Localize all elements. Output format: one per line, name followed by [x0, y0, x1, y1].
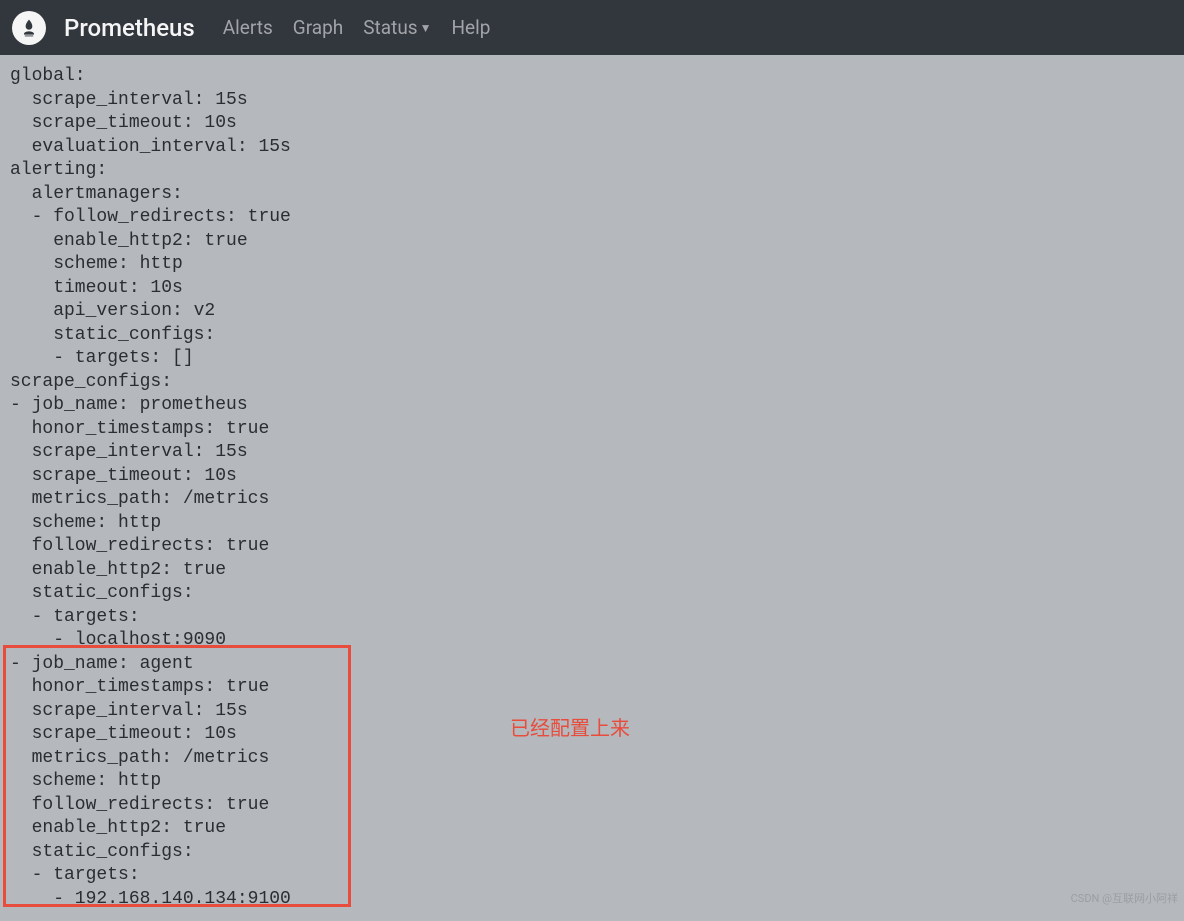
config-line: scheme: http: [10, 254, 183, 274]
config-line: enable_http2: true: [10, 231, 248, 251]
config-line: - targets:: [10, 865, 140, 885]
config-line: static_configs:: [10, 842, 194, 862]
config-line: follow_redirects: true: [10, 795, 269, 815]
config-line: scrape_timeout: 10s: [10, 113, 237, 133]
config-line: global:: [10, 66, 86, 86]
config-line: scrape_timeout: 10s: [10, 466, 237, 486]
brand-name: Prometheus: [64, 14, 195, 42]
config-line: metrics_path: /metrics: [10, 489, 269, 509]
config-line: - follow_redirects: true: [10, 207, 291, 227]
flame-icon: [19, 17, 39, 39]
config-line: - targets: []: [10, 348, 194, 368]
config-line: scrape_timeout: 10s: [10, 724, 237, 744]
config-line: alertmanagers:: [10, 184, 183, 204]
config-line: evaluation_interval: 15s: [10, 137, 291, 157]
chevron-down-icon: ▼: [420, 21, 432, 35]
nav-links: Alerts Graph Status ▼ Help: [213, 8, 501, 47]
config-line: timeout: 10s: [10, 278, 183, 298]
config-line: - job_name: agent: [10, 654, 194, 674]
config-line: static_configs:: [10, 325, 215, 345]
navbar: Prometheus Alerts Graph Status ▼ Help: [0, 0, 1184, 55]
config-line: follow_redirects: true: [10, 536, 269, 556]
config-content: global: scrape_interval: 15s scrape_time…: [0, 55, 1184, 921]
config-line: enable_http2: true: [10, 560, 226, 580]
nav-alerts[interactable]: Alerts: [213, 8, 283, 47]
config-line: api_version: v2: [10, 301, 215, 321]
config-line: static_configs:: [10, 583, 194, 603]
nav-status[interactable]: Status ▼: [353, 8, 441, 47]
watermark: CSDN @互联网小阿祥: [1071, 890, 1178, 906]
nav-status-label: Status: [363, 16, 417, 39]
config-line: scrape_interval: 15s: [10, 701, 248, 721]
config-line: scrape_interval: 15s: [10, 442, 248, 462]
config-line: - localhost:9090: [10, 630, 226, 650]
brand-wrapper[interactable]: Prometheus: [12, 11, 195, 45]
prometheus-logo-icon: [12, 11, 46, 45]
nav-help[interactable]: Help: [441, 8, 500, 47]
config-line: enable_http2: true: [10, 818, 226, 838]
config-line: scheme: http: [10, 513, 161, 533]
config-line: honor_timestamps: true: [10, 677, 269, 697]
config-line: scrape_configs:: [10, 372, 172, 392]
nav-graph[interactable]: Graph: [283, 8, 353, 47]
config-line: honor_timestamps: true: [10, 419, 269, 439]
config-line: scheme: http: [10, 771, 161, 791]
config-line: - targets:: [10, 607, 140, 627]
config-line: scrape_interval: 15s: [10, 90, 248, 110]
config-line: - job_name: prometheus: [10, 395, 248, 415]
config-line: - 192.168.140.134:9100: [10, 889, 291, 909]
annotation-text: 已经配置上来: [510, 712, 630, 741]
config-line: alerting:: [10, 160, 107, 180]
config-line: metrics_path: /metrics: [10, 748, 269, 768]
